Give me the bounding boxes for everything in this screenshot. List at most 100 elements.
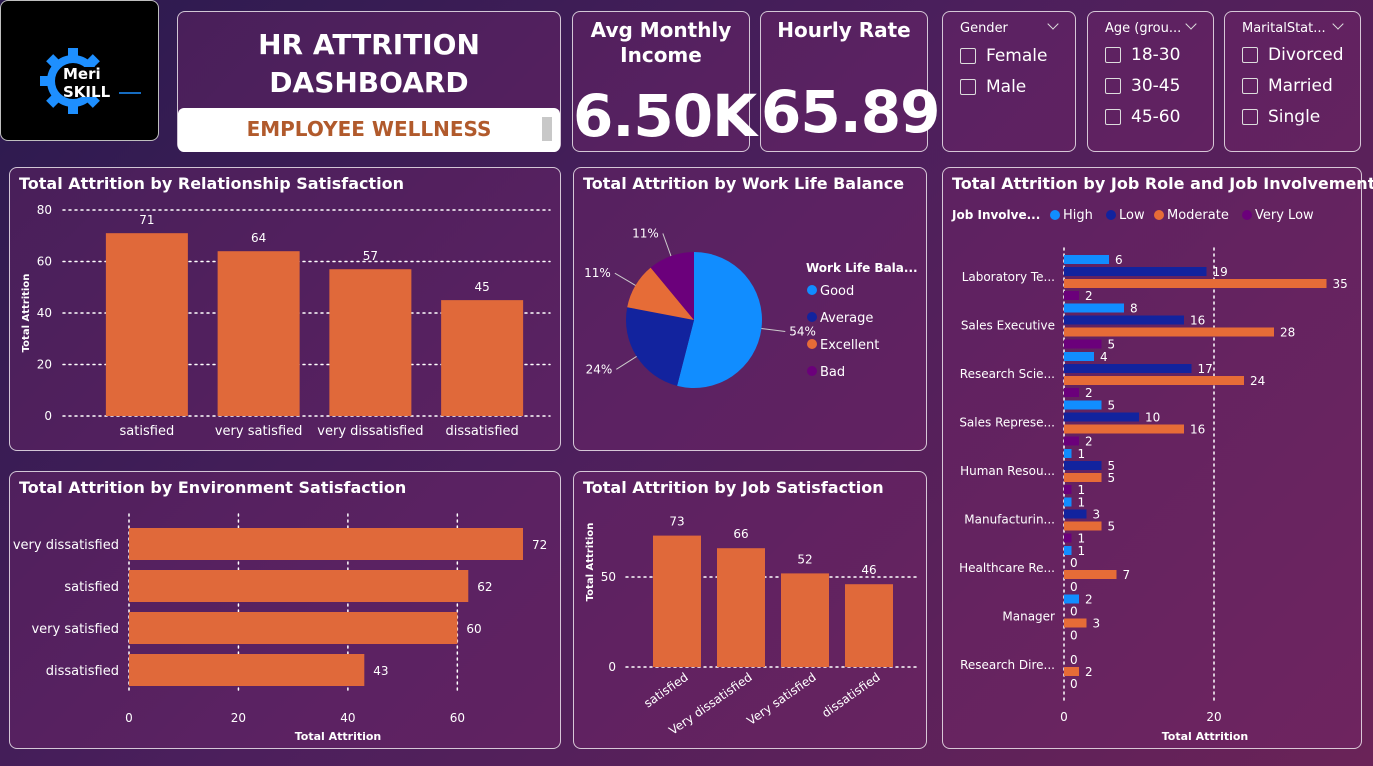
meri-skill-logo: Meri SKILL: [40, 48, 141, 114]
data-label: 71: [139, 213, 154, 227]
kpi-value-hourly-rate: 65.89: [761, 78, 940, 146]
subtitle-box: EMPLOYEE WELLNESS: [178, 108, 560, 152]
data-label: 6: [1115, 253, 1123, 267]
slice-label: 11%: [584, 266, 611, 280]
checkbox-icon[interactable]: [960, 79, 976, 95]
legend-marker: [1106, 210, 1116, 220]
y-tick-label: Manager: [1002, 610, 1055, 624]
data-label: 28: [1280, 326, 1295, 340]
kpi-label-hourly-rate: Hourly Rate: [777, 18, 911, 42]
leader-line: [662, 233, 672, 257]
x-tick-label: 60: [450, 711, 465, 725]
chart-card-jobrole: Total Attrition by Job Role and Job Invo…: [942, 167, 1373, 749]
bar: [1064, 509, 1087, 519]
y-tick-label: Research Dire...: [960, 658, 1055, 672]
data-label: 3: [1093, 617, 1101, 631]
bar: [1064, 533, 1072, 543]
bar: [1064, 376, 1244, 385]
y-tick-label: 40: [37, 306, 52, 320]
legend-marker: [1154, 210, 1164, 220]
chevron-down-icon[interactable]: [1185, 18, 1197, 30]
x-tick-label: satisfied: [641, 670, 690, 710]
x-tick-label: very satisfied: [215, 424, 303, 439]
slicer-option-45-60[interactable]: 45-60: [1105, 107, 1180, 127]
slicer-title-gender: Gender: [960, 21, 1008, 36]
slicer-option-18-30[interactable]: 18-30: [1105, 45, 1180, 65]
y-tick-label: satisfied: [64, 580, 119, 595]
slicer-option-30-45[interactable]: 30-45: [1105, 76, 1180, 96]
data-label: 57: [363, 249, 378, 263]
x-tick-label: very dissatisfied: [317, 424, 423, 439]
bar: [217, 251, 300, 416]
data-label: 5: [1108, 520, 1116, 534]
slicer-option-divorced[interactable]: Divorced: [1242, 45, 1344, 65]
legend-marker: [807, 285, 817, 295]
chart-worklife: 54% 24% 11% 11% Work Life Bala... Good Average…: [584, 226, 918, 388]
bar: [1064, 352, 1094, 361]
chart-relationship: 0 20 40 60 80 Total Attrition 71 satisfied 64 ver…: [21, 203, 551, 439]
bar: [1064, 327, 1274, 337]
slicer-marital-status: MaritalStat... Divorced Married Single: [1224, 11, 1361, 152]
checkbox-icon[interactable]: [1105, 109, 1121, 125]
bar: [1064, 473, 1102, 482]
chart-jobrole: 0 20Total AttritionJob Involve... High Low M…: [951, 208, 1348, 743]
chart-card-jobsat: Total Attrition by Job Satisfaction 0 50 T…: [573, 471, 927, 749]
chevron-down-icon[interactable]: [1047, 18, 1059, 30]
checkbox-icon[interactable]: [1242, 109, 1258, 125]
kpi-card-hourly-rate: Hourly Rate 65.89: [760, 11, 940, 152]
data-label: 5: [1108, 399, 1116, 413]
legend-marker: [807, 339, 817, 349]
slicer-option-single[interactable]: Single: [1242, 107, 1320, 127]
bar: [781, 573, 829, 667]
chart-environment: 0 20 40 60 Total Attrition 72 very dissatisfie…: [13, 513, 547, 743]
data-label: 5: [1108, 471, 1116, 485]
bar: [1064, 412, 1139, 422]
scroll-handle[interactable]: [542, 117, 552, 141]
data-label: 52: [797, 552, 812, 566]
bar: [1064, 449, 1072, 458]
slice-label: 11%: [632, 226, 659, 240]
bar: [129, 654, 365, 686]
bar: [1064, 291, 1079, 300]
bar: [1064, 618, 1087, 628]
legend-entry: Average: [820, 311, 873, 326]
chevron-down-icon[interactable]: [1332, 18, 1344, 30]
bar: [1064, 303, 1124, 313]
kpi-value-avg-income: 6.50K: [573, 82, 757, 150]
slicer-option-married[interactable]: Married: [1242, 76, 1333, 96]
data-label: 0: [1070, 556, 1078, 570]
bar: [1064, 424, 1184, 434]
y-axis-label: Total Attrition: [585, 523, 596, 602]
dashboard-title: HR ATTRITION DASHBOARD: [258, 28, 480, 99]
x-axis-label: Total Attrition: [1162, 730, 1249, 743]
x-tick-label: 40: [340, 711, 355, 725]
bar: [653, 535, 701, 667]
slicer-title-marital: MaritalStat...: [1242, 21, 1326, 36]
bar: [1064, 339, 1102, 349]
y-tick-label: very dissatisfied: [13, 538, 119, 553]
checkbox-icon[interactable]: [960, 48, 976, 64]
bar: [329, 269, 412, 416]
y-tick-label: dissatisfied: [46, 664, 119, 679]
data-label: 4: [1100, 350, 1108, 364]
checkbox-icon[interactable]: [1242, 78, 1258, 94]
slicer-option-male[interactable]: Male: [960, 77, 1026, 97]
data-label: 8: [1130, 302, 1138, 316]
data-label: 10: [1145, 411, 1160, 425]
bar: [129, 570, 469, 602]
bar: [1064, 667, 1079, 676]
bar: [1064, 400, 1102, 410]
legend-entry: Good: [820, 284, 854, 299]
slicer-option-female[interactable]: Female: [960, 46, 1047, 66]
legend-marker: [807, 366, 817, 376]
bar: [1064, 485, 1072, 494]
leader-line: [761, 328, 786, 333]
data-label: 0: [1070, 629, 1078, 643]
checkbox-icon[interactable]: [1105, 47, 1121, 63]
checkbox-icon[interactable]: [1105, 78, 1121, 94]
y-tick-label: 60: [37, 255, 52, 269]
checkbox-icon[interactable]: [1242, 47, 1258, 63]
bar: [1064, 388, 1079, 397]
legend-title: Work Life Bala...: [806, 261, 918, 275]
y-tick-label: 0: [44, 409, 52, 423]
